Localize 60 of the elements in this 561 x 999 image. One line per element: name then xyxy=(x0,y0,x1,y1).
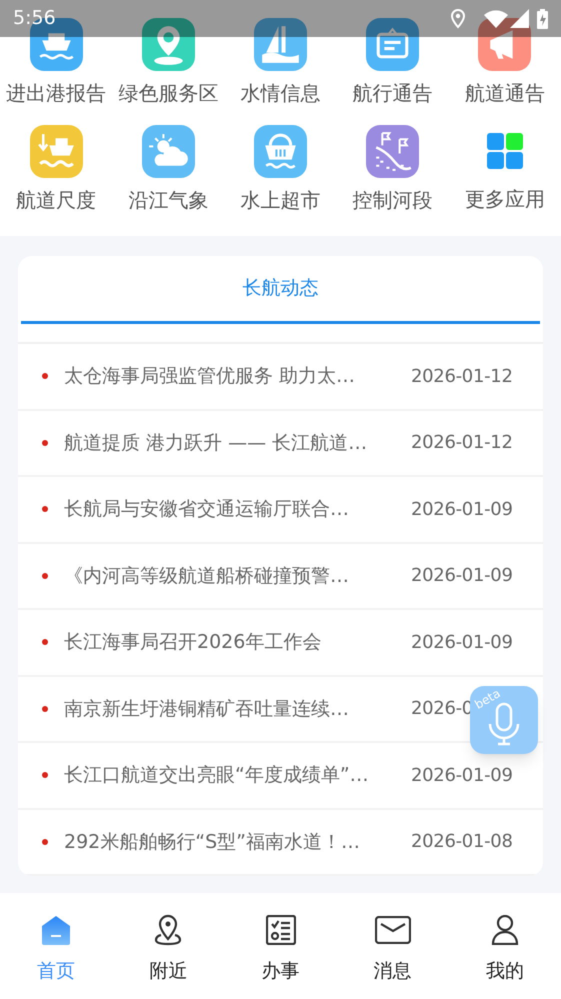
news-row[interactable]: 长航局与安徽省交通运输厅联合… 2026-01-09 xyxy=(18,477,543,544)
news-title: 太仓海事局强监管优服务 助力太… xyxy=(64,364,356,389)
bullet-icon xyxy=(42,639,48,646)
app-label[interactable]: 水上超市 xyxy=(240,186,320,214)
nav-tab[interactable]: 我的 xyxy=(448,893,561,999)
location-icon xyxy=(450,8,466,28)
wifi-icon xyxy=(484,10,508,28)
bullet-icon xyxy=(42,572,48,579)
location-pin-icon xyxy=(154,914,182,946)
news-date: 2026-01-08 xyxy=(411,831,513,852)
app-label[interactable]: 更多应用 xyxy=(464,185,545,213)
app-label[interactable]: 进出港报告 xyxy=(6,79,106,107)
app-label[interactable]: 控制河段 xyxy=(352,186,433,214)
nav-tab[interactable]: 附近 xyxy=(112,893,224,999)
status-time: 5:56 xyxy=(13,6,56,32)
app-label[interactable]: 航行通告 xyxy=(352,79,433,107)
news-date: 2026-01-09 xyxy=(411,632,513,653)
beta-label: beta xyxy=(471,685,504,714)
app-label[interactable]: 水情信息 xyxy=(240,79,320,107)
app-label[interactable]: 沿江气象 xyxy=(128,186,208,214)
person-icon xyxy=(490,915,519,945)
home-icon xyxy=(41,915,72,945)
notice-board-icon[interactable] xyxy=(366,18,420,71)
bullet-icon xyxy=(42,506,48,512)
news-row[interactable]: 航道提质 港力跃升 —— 长江航道… 2026-01-12 xyxy=(18,410,543,477)
app-label[interactable]: 航道尺度 xyxy=(16,186,96,214)
sailboat-icon[interactable] xyxy=(254,18,307,71)
news-row[interactable]: 《内河高等级航道船桥碰撞预警… 2026-01-09 xyxy=(18,544,543,610)
news-date: 2026-01-09 xyxy=(411,764,513,786)
app-label[interactable]: 航道通告 xyxy=(464,79,545,107)
news-date: 2026-01-12 xyxy=(411,432,513,454)
news-title: 《内河高等级航道船桥碰撞预警… xyxy=(64,564,350,588)
megaphone-icon[interactable] xyxy=(478,18,532,71)
news-date: 2026-01-09 xyxy=(411,498,513,520)
location-pin-icon[interactable] xyxy=(142,18,195,71)
nav-tab[interactable]: 办事 xyxy=(224,893,337,999)
news-title: 长航局与安徽省交通运输厅联合… xyxy=(64,497,350,522)
signal-icon xyxy=(510,9,529,28)
news-date: 2026-01-09 xyxy=(411,565,513,586)
news-title: 长江海事局召开2026年工作会 xyxy=(64,630,322,655)
nav-tab[interactable]: 消息 xyxy=(336,893,449,999)
news-row[interactable]: 长江海事局召开2026年工作会 2026-01-09 xyxy=(18,610,543,676)
news-title: 南京新生圩港铜精矿吞吐量连续… xyxy=(64,696,350,722)
news-title: 长江口航道交出亮眼“年度成绩单”… xyxy=(64,763,370,788)
battery-icon xyxy=(537,8,548,28)
news-date: 2026-01-12 xyxy=(411,366,513,387)
bullet-icon xyxy=(42,440,48,446)
bullet-icon xyxy=(42,772,48,778)
envelope-icon xyxy=(374,916,411,944)
checklist-icon xyxy=(266,915,296,945)
news-title: 航道提质 港力跃升 —— 长江航道… xyxy=(64,430,368,456)
news-tab[interactable]: 长航动态 xyxy=(21,256,540,324)
news-row[interactable]: 292米船舶畅行“S型”福南水道！… 2026-01-08 xyxy=(18,810,543,876)
bullet-icon xyxy=(42,838,48,845)
river-flags-icon[interactable] xyxy=(366,125,420,178)
bullet-icon xyxy=(42,706,48,712)
bullet-icon xyxy=(42,373,48,380)
app-label[interactable]: 绿色服务区 xyxy=(118,79,218,107)
news-row[interactable]: 太仓海事局强监管优服务 助力太… 2026-01-12 xyxy=(18,344,543,410)
news-title: 292米船舶畅行“S型”福南水道！… xyxy=(64,830,362,854)
